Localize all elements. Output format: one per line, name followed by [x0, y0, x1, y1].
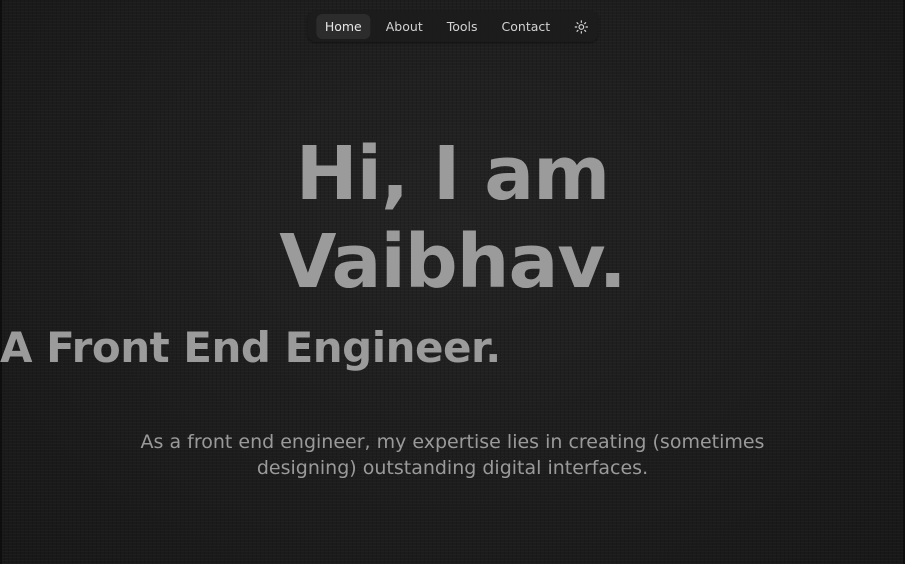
nav-item-contact[interactable]: Contact — [493, 14, 560, 39]
hero-description-line-1: As a front end engineer, my expertise li… — [140, 431, 765, 453]
hero-section: Hi, I am Vaibhav. — [0, 128, 905, 308]
nav-item-home[interactable]: Home — [315, 14, 371, 39]
hero-role: A Front End Engineer. — [0, 323, 501, 372]
hero-description: As a front end engineer, my expertise li… — [0, 429, 905, 481]
theme-toggle-button[interactable] — [570, 16, 592, 38]
hero-name: Vaibhav. — [279, 219, 626, 305]
nav-item-about[interactable]: About — [377, 14, 432, 39]
nav-item-tools[interactable]: Tools — [438, 14, 487, 39]
top-navigation: Home About Tools Contact — [306, 11, 599, 42]
hero-greeting: Hi, I am — [295, 131, 611, 217]
sun-icon — [574, 19, 588, 34]
hero-description-line-2: designing) outstanding digital interface… — [256, 457, 649, 479]
